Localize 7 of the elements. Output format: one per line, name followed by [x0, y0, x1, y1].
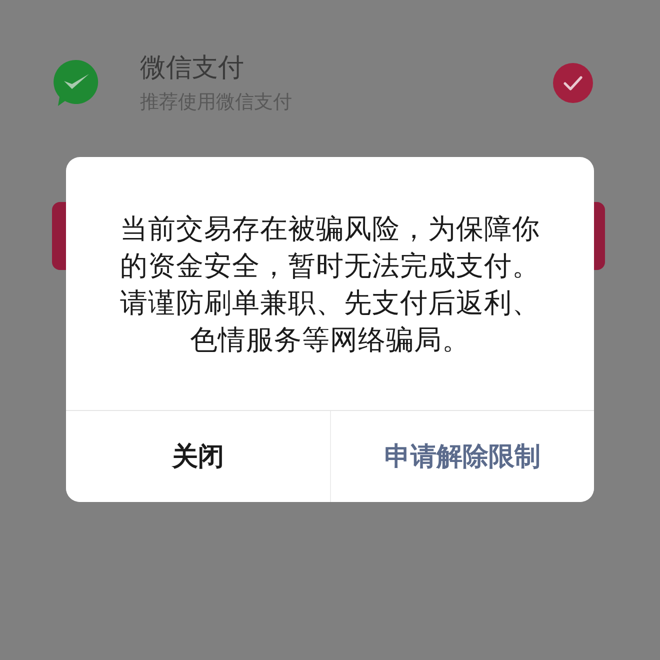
covered-button-edge — [52, 202, 66, 270]
payment-title: 微信支付 — [140, 52, 245, 84]
warning-message: 当前交易存在被骗风险，为保障你的资金安全，暂时无法完成支付。请谨防刷单兼职、先支付后返利、色情服务等网络骗局。 — [120, 212, 540, 358]
request-unblock-button[interactable]: 申请解除限制 — [330, 411, 594, 502]
covered-button-edge — [594, 202, 605, 270]
checkmark-icon[interactable] — [553, 63, 593, 103]
chat-bubble-check-icon — [53, 59, 99, 107]
